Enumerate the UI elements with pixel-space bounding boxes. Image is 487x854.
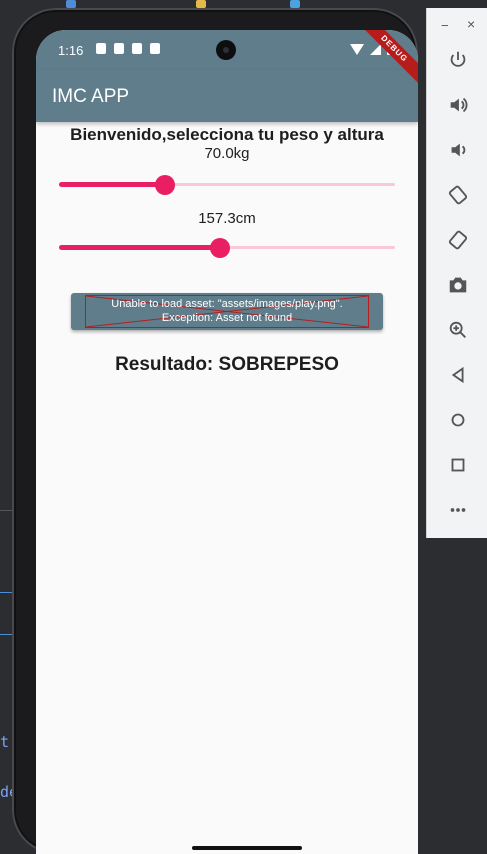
wifi-icon <box>350 43 364 55</box>
image-error-line: Exception: Asset not found <box>161 312 293 324</box>
weight-value-label: 70.0kg <box>204 145 250 162</box>
volume-up-icon[interactable] <box>441 88 475 122</box>
shield-icon <box>96 43 106 54</box>
page-heading: Bienvenido,selecciona tu peso y altura <box>70 125 384 144</box>
phone-screen: 1:16 IMC APP DEBUG Bienvenido,selecciona… <box>36 30 418 854</box>
gesture-home-bar[interactable] <box>192 846 302 850</box>
status-bar: 1:16 <box>36 30 418 70</box>
slider-thumb[interactable] <box>154 175 175 195</box>
more-icon[interactable] <box>441 493 475 527</box>
app-title: IMC APP <box>52 86 130 107</box>
ide-tab-indicator <box>66 0 76 8</box>
status-notification-icons <box>96 43 160 54</box>
zoom-icon[interactable] <box>441 313 475 347</box>
minimize-button[interactable]: − <box>441 18 449 33</box>
result-text: Resultado: SOBREPESO <box>115 354 339 375</box>
back-icon[interactable] <box>441 358 475 392</box>
phone-frame: 1:16 IMC APP DEBUG Bienvenido,selecciona… <box>12 8 418 854</box>
front-camera <box>216 40 236 60</box>
slider-active-track <box>59 245 221 250</box>
calculate-image-button[interactable]: Unable to load asset: "assets/images/pla… <box>71 293 383 330</box>
font-icon <box>150 43 160 54</box>
height-slider[interactable] <box>59 238 395 258</box>
slider-active-track <box>59 182 165 187</box>
image-error-line: Unable to load asset: "assets/images/pla… <box>111 298 343 310</box>
rotate-left-icon[interactable] <box>441 178 475 212</box>
sd-card-icon <box>132 43 142 54</box>
volume-down-icon[interactable] <box>441 133 475 167</box>
usb-icon <box>114 43 124 54</box>
image-error-message: Unable to load asset: "assets/images/pla… <box>71 297 383 325</box>
status-time: 1:16 <box>58 43 84 58</box>
ide-tab-indicator <box>196 0 206 8</box>
slider-thumb[interactable] <box>210 238 231 258</box>
overview-icon[interactable] <box>441 448 475 482</box>
camera-icon[interactable] <box>441 268 475 302</box>
home-icon[interactable] <box>441 403 475 437</box>
ide-tab-indicator <box>290 0 300 8</box>
height-value-label: 157.3cm <box>198 210 256 227</box>
app-bar: IMC APP <box>36 70 418 122</box>
close-button[interactable]: × <box>467 16 475 32</box>
power-icon[interactable] <box>441 43 475 77</box>
rotate-right-icon[interactable] <box>441 223 475 257</box>
emulator-toolbar: − × <box>426 8 487 538</box>
weight-slider[interactable] <box>59 175 395 195</box>
